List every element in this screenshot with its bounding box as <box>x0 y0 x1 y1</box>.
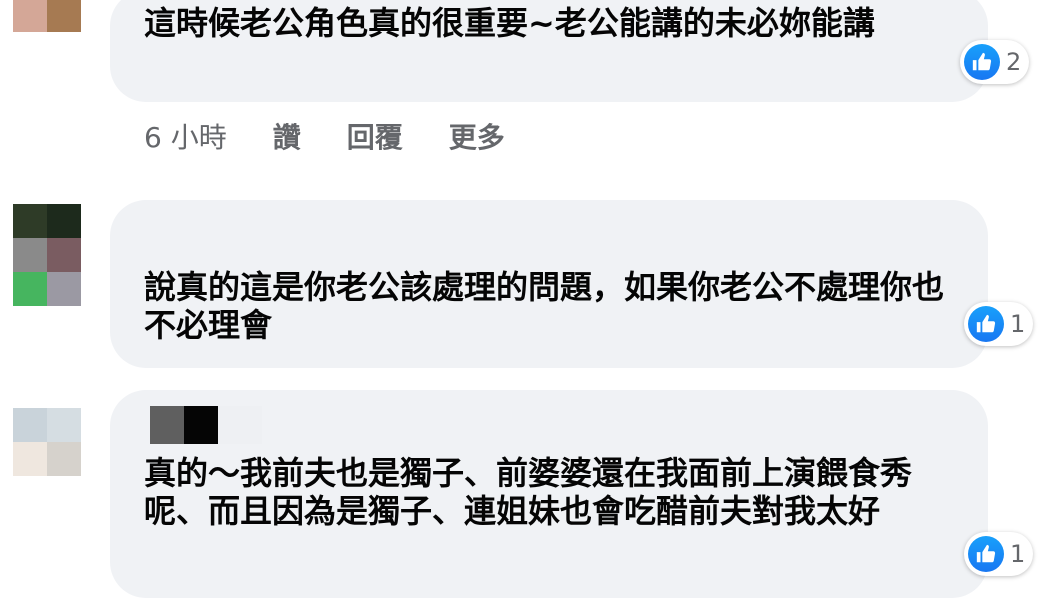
timestamp[interactable]: 6 小時 <box>144 116 227 156</box>
avatar[interactable] <box>13 0 81 32</box>
author-name-redacted <box>150 406 262 444</box>
more-button[interactable]: 更多 <box>449 116 505 156</box>
like-thumb-icon <box>968 306 1004 342</box>
comment-text: 這時候老公角色真的很重要~老公能講的未必妳能講 <box>144 4 875 42</box>
reaction-count: 1 <box>1010 540 1026 568</box>
comment-text: 說真的這是你老公該處理的問題，如果你老公不處理你也不必理會 <box>144 268 945 344</box>
reply-button[interactable]: 回覆 <box>347 116 403 156</box>
reaction-count: 2 <box>1006 48 1022 76</box>
comment-text: 真的～我前夫也是獨子、前婆婆還在我面前上演餵食秀呢、而且因為是獨子、連姐妹也會吃… <box>144 454 913 530</box>
avatar[interactable] <box>13 204 81 306</box>
reaction-count: 1 <box>1010 310 1026 338</box>
like-button[interactable]: 讚 <box>273 116 301 156</box>
reaction-count-button[interactable]: 2 <box>960 40 1030 84</box>
comment-bubble: 這時候老公角色真的很重要~老公能講的未必妳能講 <box>110 0 988 102</box>
like-thumb-icon <box>968 536 1004 572</box>
reaction-count-button[interactable]: 1 <box>964 532 1034 576</box>
comment-bubble: 說真的這是你老公該處理的問題，如果你老公不處理你也不必理會 <box>110 200 988 368</box>
comment-actions: 6 小時 讚 回覆 更多 <box>144 116 551 156</box>
like-thumb-icon <box>964 44 1000 80</box>
avatar[interactable] <box>13 408 81 476</box>
reaction-count-button[interactable]: 1 <box>964 302 1034 346</box>
